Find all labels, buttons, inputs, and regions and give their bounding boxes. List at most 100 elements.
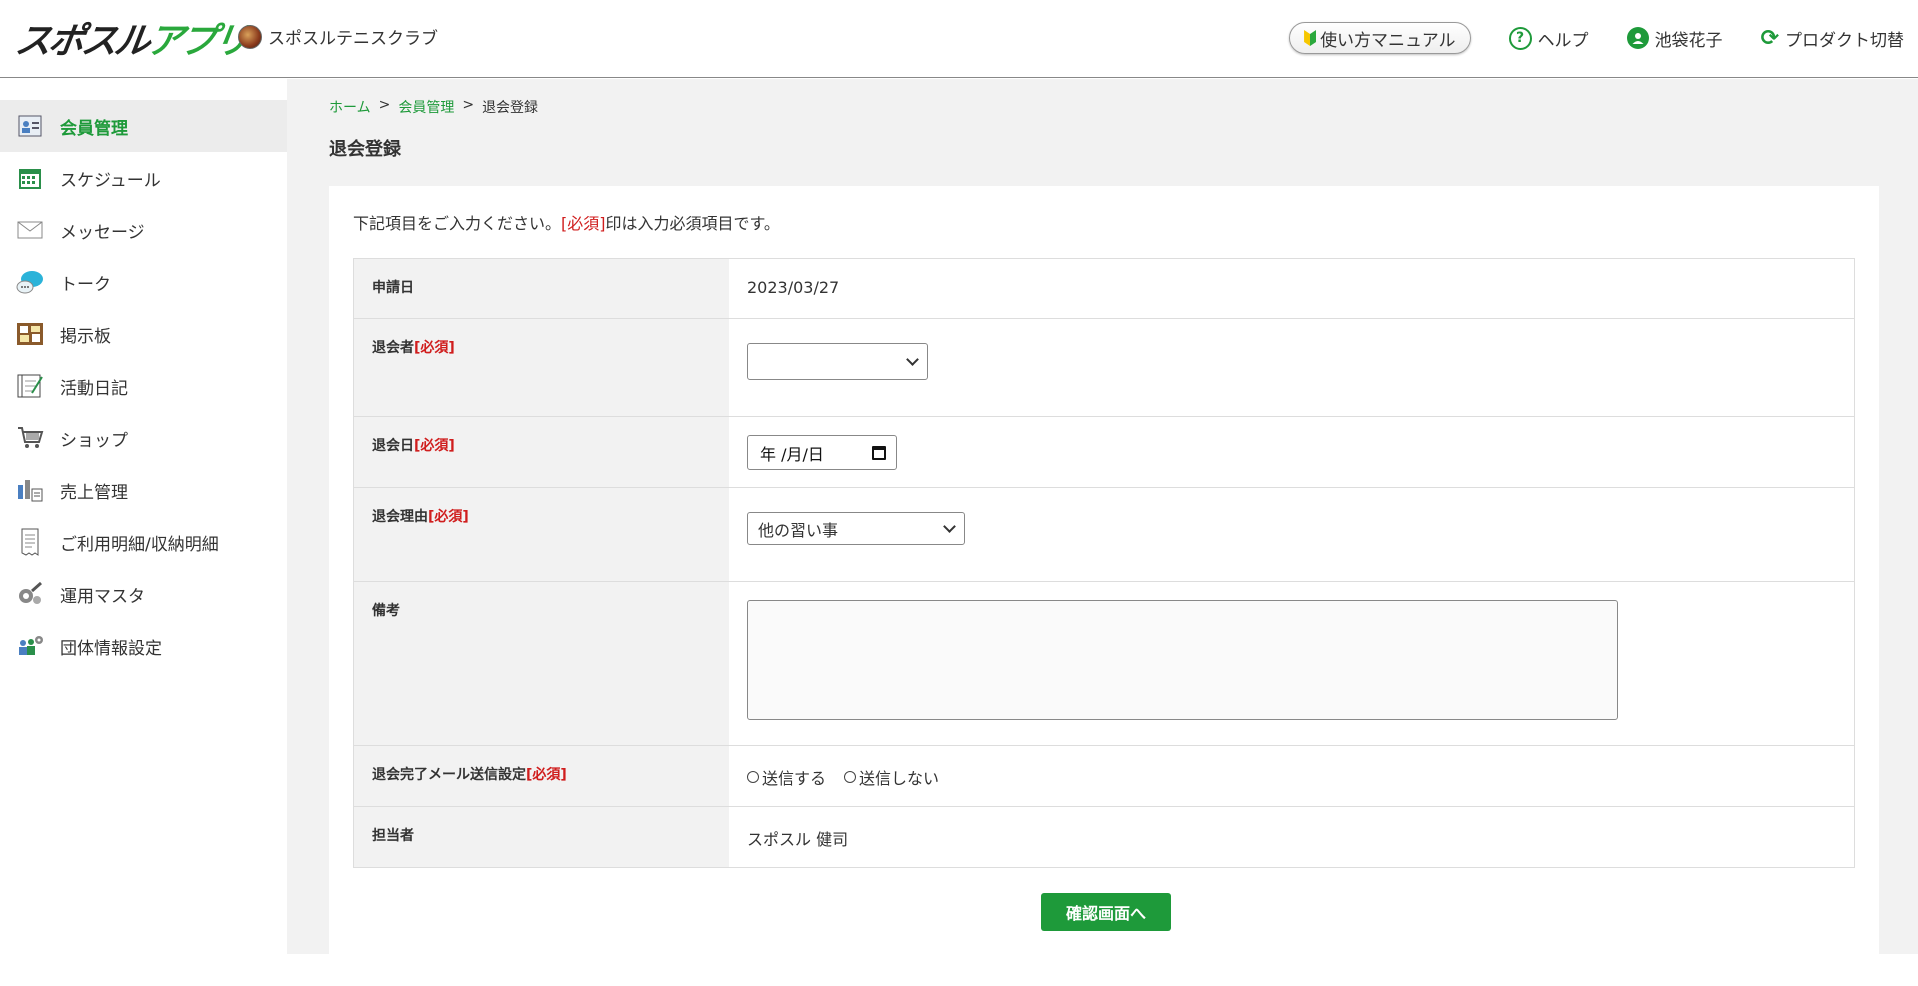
- withdrawer-select[interactable]: [747, 343, 928, 380]
- club-selector[interactable]: スポスルテニスクラブ: [238, 24, 438, 49]
- breadcrumb-separator: >: [462, 97, 475, 113]
- staff-label: 担当者: [354, 807, 729, 867]
- sidebar-item-member[interactable]: 会員管理: [0, 100, 287, 152]
- radio-label: 送信しない: [859, 769, 940, 788]
- sidebar-item-schedule[interactable]: スケジュール: [0, 152, 287, 204]
- breadcrumb-current: 退会登録: [482, 100, 539, 116]
- sidebar-item-master[interactable]: 運用マスタ: [0, 568, 287, 620]
- withdraw-date-input[interactable]: 年 /月/日: [747, 435, 897, 470]
- chevron-down-icon: [906, 352, 919, 366]
- form-row-staff: 担当者 スポスル 健司: [354, 807, 1854, 867]
- required-mark: [必須]: [414, 438, 455, 454]
- sidebar-item-label: 運用マスタ: [60, 586, 145, 607]
- chevron-down-icon: [943, 519, 956, 533]
- sales-icon: [16, 476, 44, 504]
- mail-send-radio[interactable]: 送信する: [747, 765, 826, 789]
- form-row-note: 備考: [354, 582, 1854, 746]
- reason-select-value: 他の習い事: [758, 520, 839, 540]
- user-menu[interactable]: 池袋花子: [1626, 26, 1723, 51]
- main-content: ホーム > 会員管理 > 退会登録 退会登録 下記項目をご入力ください。[必須]…: [287, 79, 1918, 986]
- logo-text-dark: スポスル: [12, 21, 151, 62]
- radio-button[interactable]: [747, 771, 759, 783]
- help-label: ヘルプ: [1537, 30, 1589, 51]
- sidebar-item-label: ショップ: [60, 430, 128, 451]
- manual-label: 使い方マニュアル: [1320, 30, 1456, 51]
- breadcrumb-home-link[interactable]: ホーム: [329, 97, 371, 117]
- breadcrumb-member-link[interactable]: 会員管理: [398, 97, 454, 117]
- form-row-withdraw-date: 退会日[必須] 年 /月/日: [354, 417, 1854, 488]
- sidebar-item-label: ご利用明細/収納明細: [60, 534, 219, 555]
- form-card: 下記項目をご入力ください。[必須]印は入力必須項目です。 申請日 2023/03…: [329, 186, 1879, 986]
- sidebar-item-org-settings[interactable]: 団体情報設定: [0, 620, 287, 672]
- mail-setting-label-text: 退会完了メール送信設定: [372, 767, 526, 783]
- withdrawer-label: 退会者[必須]: [354, 319, 729, 416]
- staff-value: スポスル 健司: [747, 830, 849, 849]
- mail-radio-group: 送信する 送信しない: [747, 765, 1836, 789]
- sidebar-item-invoice[interactable]: ご利用明細/収納明細: [0, 516, 287, 568]
- refresh-icon: ⟳: [1760, 25, 1779, 51]
- sidebar-item-label: 売上管理: [60, 482, 128, 503]
- sidebar-item-label: スケジュール: [60, 170, 161, 191]
- group-settings-icon: [16, 632, 44, 660]
- sidebar-item-talk[interactable]: トーク: [0, 256, 287, 308]
- reason-label: 退会理由[必須]: [354, 488, 729, 581]
- calendar-picker-icon[interactable]: [872, 445, 886, 460]
- note-textarea[interactable]: [747, 600, 1618, 720]
- confirm-button[interactable]: 確認画面へ: [1041, 893, 1171, 931]
- sidebar-item-label: 掲示板: [60, 326, 111, 347]
- page-title: 退会登録: [329, 139, 401, 160]
- instruction-text: 下記項目をご入力ください。: [353, 214, 562, 233]
- note-label: 備考: [354, 582, 729, 745]
- calendar-icon: [16, 164, 44, 192]
- required-mark: [必須]: [428, 509, 469, 525]
- product-switch-label: プロダクト切替: [1785, 30, 1904, 51]
- app-header: スポスルアプリ スポスルテニスクラブ 使い方マニュアル ? ヘルプ 池袋花子 ⟳…: [0, 0, 1918, 78]
- required-mark: [必須]: [526, 767, 567, 783]
- application-date-value: 2023/03/27: [747, 278, 840, 297]
- breadcrumb-separator: >: [378, 97, 391, 113]
- sidebar-item-label: 団体情報設定: [60, 638, 162, 659]
- sidebar: 会員管理 スケジュール メッセージ トーク 掲示板 活動日記 ショップ 売上管理…: [0, 79, 287, 954]
- manual-button[interactable]: 使い方マニュアル: [1289, 22, 1471, 54]
- user-name: 池袋花子: [1654, 30, 1723, 51]
- sidebar-item-shop[interactable]: ショップ: [0, 412, 287, 464]
- mail-nosend-radio[interactable]: 送信しない: [844, 765, 939, 789]
- withdrawal-form: 申請日 2023/03/27 退会者[必須] 退会日[必須] 年 /月/日 退会…: [353, 258, 1855, 868]
- form-instruction: 下記項目をご入力ください。[必須]印は入力必須項目です。: [353, 210, 780, 234]
- instruction-text-after: 印は入力必須項目です。: [605, 214, 780, 233]
- bulletin-board-icon: [16, 320, 44, 348]
- radio-button[interactable]: [844, 771, 857, 783]
- sidebar-item-message[interactable]: メッセージ: [0, 204, 287, 256]
- sidebar-item-label: メッセージ: [60, 222, 145, 243]
- club-name: スポスルテニスクラブ: [268, 29, 438, 49]
- envelope-icon: [16, 216, 44, 244]
- withdrawer-label-text: 退会者: [372, 340, 414, 356]
- question-circle-icon: ?: [1508, 26, 1532, 50]
- diary-icon: [16, 372, 44, 400]
- form-row-withdrawer: 退会者[必須]: [354, 319, 1854, 417]
- sidebar-item-sales[interactable]: 売上管理: [0, 464, 287, 516]
- reason-select[interactable]: 他の習い事: [747, 512, 965, 545]
- sidebar-item-diary[interactable]: 活動日記: [0, 360, 287, 412]
- withdraw-date-label-text: 退会日: [372, 438, 414, 454]
- invoice-icon: [16, 528, 44, 556]
- sidebar-item-label: 活動日記: [60, 378, 128, 399]
- reason-label-text: 退会理由: [372, 509, 428, 525]
- member-management-icon: [16, 112, 44, 140]
- user-icon: [1626, 27, 1649, 49]
- product-switch-link[interactable]: ⟳ プロダクト切替: [1761, 26, 1904, 51]
- application-date-label: 申請日: [354, 259, 729, 318]
- logo-text-green: アプリ: [144, 21, 250, 62]
- app-logo[interactable]: スポスルアプリ: [12, 16, 250, 62]
- form-row-reason: 退会理由[必須] 他の習い事: [354, 488, 1854, 582]
- sidebar-item-board[interactable]: 掲示板: [0, 308, 287, 360]
- required-mark: [必須]: [561, 214, 606, 233]
- gear-wrench-icon: [16, 580, 44, 608]
- mail-setting-label: 退会完了メール送信設定[必須]: [354, 746, 729, 806]
- breadcrumb: ホーム > 会員管理 > 退会登録: [329, 97, 538, 117]
- help-link[interactable]: ? ヘルプ: [1508, 26, 1589, 51]
- date-placeholder: 年 /月/日: [760, 444, 824, 464]
- sidebar-item-label: トーク: [60, 274, 111, 295]
- sidebar-item-label: 会員管理: [60, 118, 128, 139]
- beginner-mark-icon: [1304, 30, 1317, 46]
